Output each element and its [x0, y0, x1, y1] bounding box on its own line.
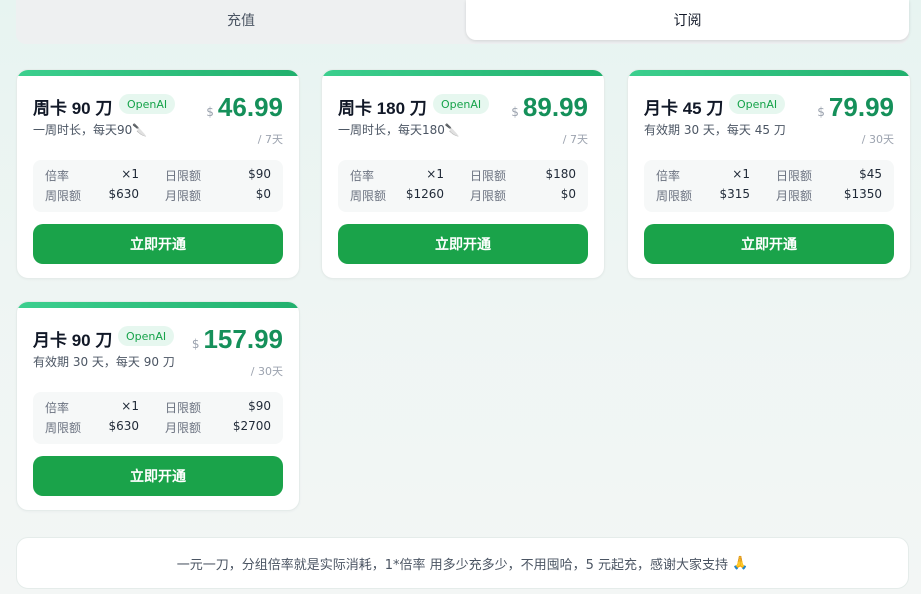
plan-price: $ 79.99	[817, 92, 894, 123]
weekly-limit-label: 周限额	[350, 189, 387, 203]
plan-description: 有效期 30 天，每天 90 刀	[33, 355, 175, 369]
plan-period: / 7天	[257, 133, 283, 146]
monthly-limit-label: 月限额	[165, 421, 202, 435]
plan-price: $ 89.99	[511, 92, 588, 123]
price-amount: 89.99	[522, 92, 588, 122]
limits-panel: 倍率 ×1 日限额 $90 周限额 $630 月限额 $2700	[33, 392, 283, 444]
currency-symbol: $	[191, 337, 200, 351]
monthly-limit-value: $1350	[843, 187, 882, 201]
plan-description: 有效期 30 天，每天 45 刀	[644, 123, 786, 137]
plan-card-week-180: 周卡 180 刀 OpenAI 一周时长，每天180🔪 $ 89.99 / 7天…	[321, 69, 605, 279]
monthly-limit-value: $0	[255, 187, 271, 201]
plan-price: $ 157.99	[192, 324, 283, 355]
currency-symbol: $	[206, 105, 214, 119]
daily-limit-value: $45	[859, 167, 882, 181]
daily-limit-label: 日限额	[165, 401, 202, 415]
rate-label: 倍率	[656, 169, 681, 183]
monthly-limit-label: 月限额	[470, 189, 507, 203]
pray-hands-icon: 🙏	[732, 555, 749, 571]
rate-value: ×1	[121, 167, 139, 181]
daily-limit-value: $180	[545, 167, 576, 181]
weekly-limit-value: $630	[108, 419, 139, 433]
price-amount: 157.99	[203, 324, 283, 354]
limits-panel: 倍率 ×1 日限额 $45 周限额 $315 月限额 $1350	[644, 160, 894, 212]
daily-limit-value: $90	[248, 399, 271, 413]
plan-period: / 30天	[250, 365, 283, 378]
plan-card-month-90: 月卡 90 刀 OpenAI 有效期 30 天，每天 90 刀 $ 157.99…	[16, 301, 300, 511]
plan-description: 一周时长，每天90🔪	[33, 123, 148, 137]
tab-bar: 充值 订阅	[16, 0, 909, 44]
weekly-limit-label: 周限额	[656, 189, 693, 203]
rate-value: ×1	[121, 399, 139, 413]
plan-period: / 30天	[861, 133, 894, 146]
provider-badge: OpenAI	[729, 94, 786, 114]
subscribe-button[interactable]: 立即开通	[644, 224, 894, 264]
rate-label: 倍率	[350, 169, 375, 183]
daily-limit-value: $90	[248, 167, 271, 181]
currency-symbol: $	[817, 105, 825, 119]
provider-badge: OpenAI	[119, 94, 176, 114]
daily-limit-label: 日限额	[470, 169, 507, 183]
provider-badge: OpenAI	[433, 94, 490, 114]
monthly-limit-value: $0	[560, 187, 576, 201]
limits-panel: 倍率 ×1 日限额 $90 周限额 $630 月限额 $0	[33, 160, 283, 212]
plan-period: / 7天	[562, 133, 588, 146]
daily-limit-label: 日限额	[776, 169, 813, 183]
tab-recharge[interactable]: 充值	[16, 0, 466, 40]
limits-panel: 倍率 ×1 日限额 $180 周限额 $1260 月限额 $0	[338, 160, 588, 212]
weekly-limit-value: $315	[719, 187, 750, 201]
daily-limit-label: 日限额	[165, 169, 202, 183]
rate-value: ×1	[426, 167, 444, 181]
plan-description: 一周时长，每天180🔪	[338, 123, 460, 137]
monthly-limit-label: 月限额	[165, 189, 202, 203]
plan-title: 月卡 45 刀	[644, 99, 724, 118]
price-amount: 79.99	[828, 92, 894, 122]
currency-symbol: $	[511, 105, 519, 119]
plan-title: 周卡 90 刀	[33, 99, 113, 118]
footer-text: 一元一刀，分组倍率就是实际消耗，1*倍率 用多少充多少，不用囤哈，5 元起充，感…	[176, 557, 729, 573]
weekly-limit-label: 周限额	[45, 189, 82, 203]
rate-label: 倍率	[45, 401, 70, 415]
rate-label: 倍率	[45, 169, 70, 183]
price-amount: 46.99	[217, 92, 283, 122]
tab-subscribe[interactable]: 订阅	[466, 0, 909, 40]
card-accent-bar	[17, 70, 299, 76]
card-accent-bar	[17, 302, 299, 308]
footer-notice: 一元一刀，分组倍率就是实际消耗，1*倍率 用多少充多少，不用囤哈，5 元起充，感…	[16, 537, 909, 589]
weekly-limit-value: $1260	[405, 187, 444, 201]
card-accent-bar	[322, 70, 604, 76]
plan-card-week-90: 周卡 90 刀 OpenAI 一周时长，每天90🔪 $ 46.99 / 7天 倍…	[16, 69, 300, 279]
subscribe-button[interactable]: 立即开通	[338, 224, 588, 264]
monthly-limit-label: 月限额	[776, 189, 813, 203]
subscribe-button[interactable]: 立即开通	[33, 456, 283, 496]
plan-price: $ 46.99	[206, 92, 283, 123]
plan-card-month-45: 月卡 45 刀 OpenAI 有效期 30 天，每天 45 刀 $ 79.99 …	[627, 69, 911, 279]
plan-title: 月卡 90 刀	[33, 331, 113, 350]
plan-title: 周卡 180 刀	[338, 99, 427, 118]
subscribe-button[interactable]: 立即开通	[33, 224, 283, 264]
monthly-limit-value: $2700	[232, 419, 271, 433]
weekly-limit-label: 周限额	[45, 421, 82, 435]
rate-value: ×1	[732, 167, 750, 181]
card-accent-bar	[628, 70, 910, 76]
provider-badge: OpenAI	[118, 326, 175, 346]
weekly-limit-value: $630	[108, 187, 139, 201]
